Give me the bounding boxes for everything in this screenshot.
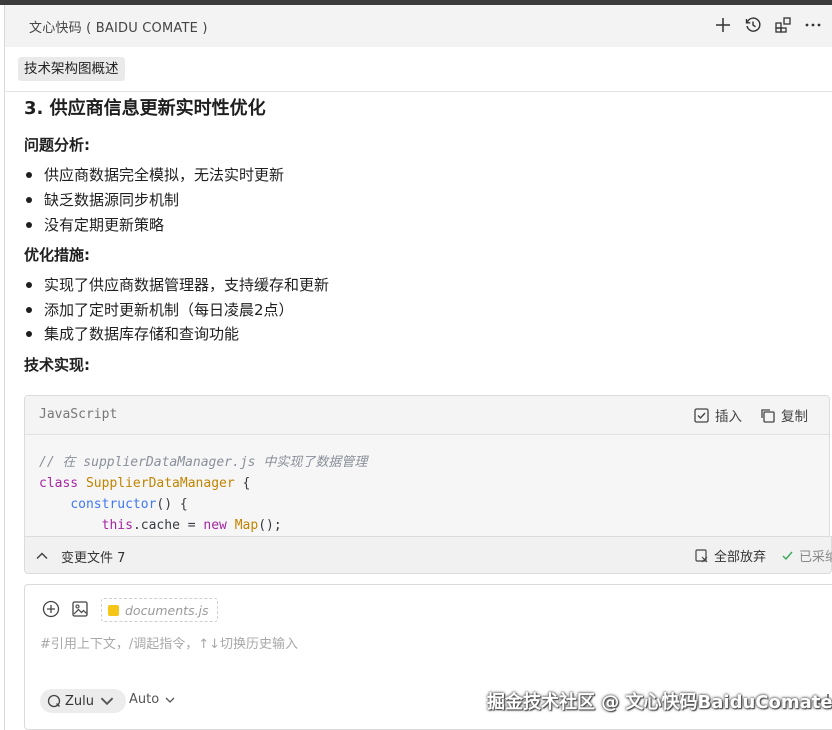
list-item-text: 供应商数据完全模拟，无法实时更新 xyxy=(44,166,285,184)
watermark: 掘金技术社区 @ 文心快码BaiduComate xyxy=(487,692,832,713)
list-item-text: 缺乏数据源同步机制 xyxy=(44,191,180,209)
bullet-icon xyxy=(26,221,32,228)
insert-code-button[interactable]: 插入 xyxy=(693,405,742,425)
code-line: constructor() { xyxy=(70,497,188,512)
code-language-label: JavaScript xyxy=(39,407,118,422)
header-actions xyxy=(712,14,824,36)
changed-files-label[interactable]: 变更文件 7 xyxy=(61,547,125,566)
plus-icon[interactable] xyxy=(712,14,734,36)
list-item-text: 没有定期更新策略 xyxy=(44,216,165,234)
bullet-icon xyxy=(26,281,32,288)
chevron-up-icon[interactable] xyxy=(35,549,49,563)
js-file-icon xyxy=(108,604,119,616)
list-item-text: 实现了供应商数据管理器，支持缓存和更新 xyxy=(44,276,330,294)
model-selector[interactable]: Zulu xyxy=(40,689,126,713)
measures-heading: 优化措施: xyxy=(24,246,90,264)
panel-title: 文心快码 ( BAIDU COMATE ) xyxy=(29,21,208,36)
section-title: 3. 供应商信息更新实时性优化 xyxy=(24,98,266,119)
code-line: // 在 supplierDataManager.js 中实现了数据管理 xyxy=(39,455,368,470)
copy-label: 复制 xyxy=(781,409,808,425)
discard-all-label: 全部放弃 xyxy=(714,550,767,565)
code-block-header: JavaScript 插入 复制 xyxy=(25,396,829,435)
image-upload-icon[interactable] xyxy=(71,600,89,618)
mode-label: Auto xyxy=(129,692,160,707)
more-icon[interactable] xyxy=(802,14,824,36)
file-context-chip[interactable]: documents.js xyxy=(101,598,218,622)
check-icon xyxy=(782,551,793,561)
insert-icon xyxy=(694,407,709,423)
code-line: class SupplierDataManager { xyxy=(39,476,251,491)
list-item: 没有定期更新策略 xyxy=(24,214,164,235)
accept-all-label: 已采纳 xyxy=(799,550,832,565)
panel-left-border xyxy=(4,5,5,730)
list-item-text: 集成了数据库存储和查询功能 xyxy=(44,325,240,343)
code-block: JavaScript 插入 复制 // 在 supplierDataManage… xyxy=(24,395,830,538)
code-content: // 在 supplierDataManager.js 中实现了数据管理 clas… xyxy=(25,435,829,536)
discard-all-button[interactable]: 全部放弃 xyxy=(694,546,766,565)
list-item: 供应商数据完全模拟，无法实时更新 xyxy=(24,164,284,185)
model-label: Zulu xyxy=(65,693,94,709)
bullet-icon xyxy=(26,330,32,337)
bullet-icon xyxy=(26,306,32,313)
list-item-text: 添加了定时更新机制（每日凌晨2点） xyxy=(44,301,294,319)
accept-all-button[interactable]: 已采纳 xyxy=(781,546,832,565)
list-item: 添加了定时更新机制（每日凌晨2点） xyxy=(24,299,294,320)
extensions-icon[interactable] xyxy=(772,14,794,36)
problem-heading: 问题分析: xyxy=(24,136,90,154)
insert-label: 插入 xyxy=(715,409,742,425)
chevron-down-icon xyxy=(165,697,175,703)
chat-input-placeholder[interactable]: #引用上下文，/调起指令，↑↓切换历史输入 xyxy=(40,633,298,652)
code-line: this.cache = new Map(); xyxy=(101,518,282,533)
discard-icon xyxy=(695,549,708,563)
copy-code-button[interactable]: 复制 xyxy=(759,405,808,425)
panel-header: 文心快码 ( BAIDU COMATE ) xyxy=(5,5,832,47)
bullet-icon xyxy=(26,171,32,178)
history-icon[interactable] xyxy=(742,14,764,36)
list-item: 实现了供应商数据管理器，支持缓存和更新 xyxy=(24,274,329,295)
impl-heading: 技术实现: xyxy=(24,356,90,374)
context-chip[interactable]: 技术架构图概述 xyxy=(18,57,125,81)
list-item: 缺乏数据源同步机制 xyxy=(24,189,179,210)
chevron-down-icon xyxy=(100,697,114,706)
changed-files-bar: 变更文件 7 全部放弃 已采纳 xyxy=(24,536,832,574)
mode-selector[interactable]: Auto xyxy=(129,692,175,707)
bullet-icon xyxy=(26,196,32,203)
model-icon xyxy=(47,694,61,708)
file-context-label: documents.js xyxy=(125,602,209,618)
list-item: 集成了数据库存储和查询功能 xyxy=(24,323,239,344)
copy-icon xyxy=(761,408,775,423)
header-divider xyxy=(5,91,832,92)
add-context-icon[interactable] xyxy=(42,600,60,618)
